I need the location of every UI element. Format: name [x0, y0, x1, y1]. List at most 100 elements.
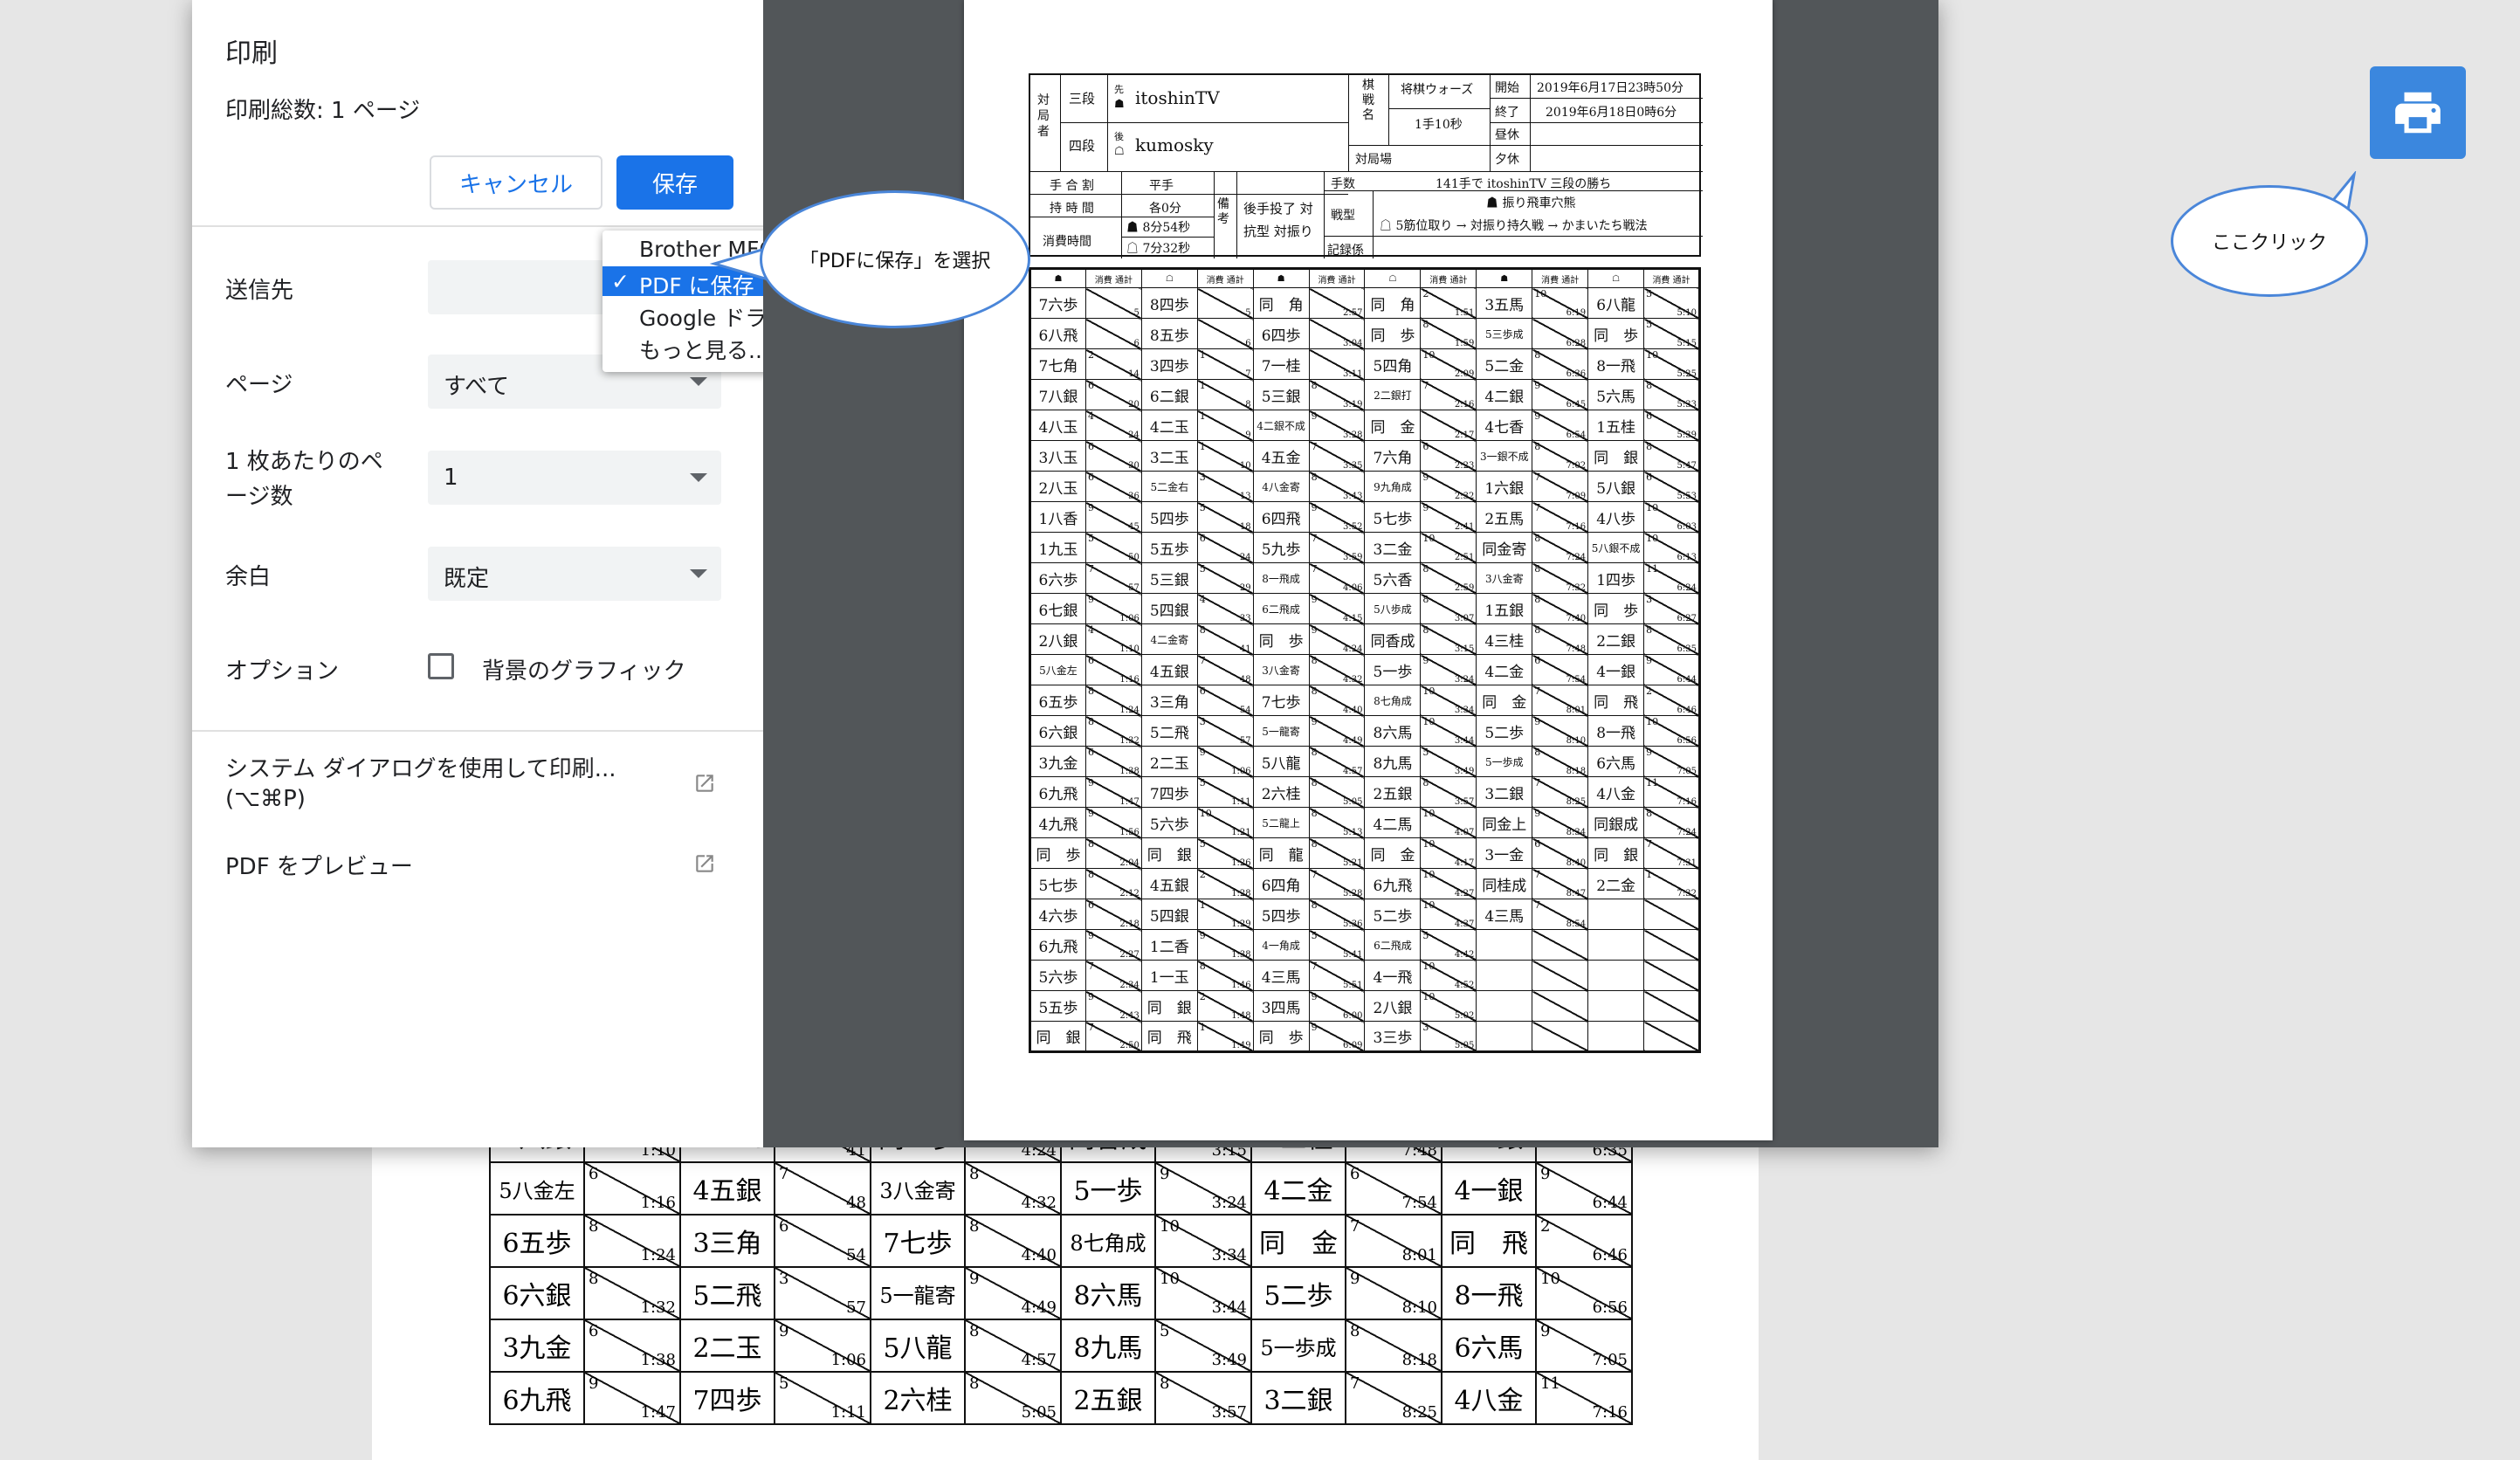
time-cell: 9 6:09	[1308, 1021, 1366, 1052]
print-button[interactable]	[2370, 66, 2466, 159]
kisen-label: 棋戦名	[1362, 79, 1374, 122]
time-total: 7:16	[1592, 1403, 1628, 1422]
time-spent: 5	[1422, 930, 1429, 941]
time-spent: 8	[1087, 869, 1094, 880]
time-total: 8:54	[1566, 919, 1587, 929]
move-cell: 8一飛	[1587, 715, 1645, 747]
system-dialog-link[interactable]: システム ダイアログを使用して印刷...	[225, 751, 616, 783]
time-spent: 1	[1199, 349, 1206, 361]
time-cell: 4 33	[1196, 593, 1254, 624]
time-spent: 7	[1087, 961, 1094, 972]
table-row: 6六銀 8 1:32 5二飛 3 57 5一龍寄 9 4:49 8六馬 10 3:44 5二歩 9 8:10…	[1029, 715, 1700, 747]
time-total: 1:11	[1231, 797, 1251, 807]
time-spent: 10	[1646, 533, 1659, 544]
cancel-button[interactable]: キャンセル	[430, 155, 602, 210]
time-spent: 3	[1646, 594, 1653, 605]
start-label: 開始	[1495, 81, 1519, 95]
move-cell: 3八玉	[1029, 440, 1086, 472]
time-total: 2:32	[1454, 492, 1475, 501]
time-total: 2:43	[1119, 1011, 1140, 1021]
time-spent: 8	[1311, 655, 1318, 666]
move-cell: 3二金	[1364, 532, 1422, 563]
shohi-label: 消費時間	[1043, 235, 1091, 249]
time-spent: 10	[1646, 502, 1659, 513]
move-cell	[1587, 1021, 1645, 1052]
move-cell: 5二歩	[1476, 715, 1533, 747]
time-total: 5:25	[1677, 369, 1697, 379]
time-cell: 4 24	[1084, 410, 1142, 441]
move-cell: 9九角成	[1364, 471, 1422, 502]
move-cell: 5八龍	[1252, 746, 1310, 777]
time-cell: 11 7:16	[1535, 1371, 1633, 1425]
move-cell: 5一龍寄	[870, 1266, 966, 1320]
save-button[interactable]: 保存	[616, 155, 733, 210]
time-cell: 6 30	[1084, 440, 1142, 472]
time-cell: 8 4:32	[964, 1161, 1062, 1216]
time-cell: 8 5:05	[964, 1371, 1062, 1425]
move-cell: 同 飛	[1587, 685, 1645, 716]
move-cell: 6九飛	[1029, 929, 1086, 961]
move-cell	[1476, 990, 1533, 1022]
time-spent: 8	[1350, 1322, 1360, 1340]
open-in-new-icon[interactable]	[693, 852, 716, 875]
table-row: 2八銀41:104二金寄841同 歩94:24同香成83:154三桂87:482…	[1029, 623, 1700, 655]
table-row: 6七銀 9 1:06 5四銀 4 33 6二飛成 9 4:15 5八歩成 8 3:07 1五銀 8 7:40…	[1029, 593, 1700, 624]
time-total: 5:28	[1343, 889, 1363, 899]
move-cell: 7一桂	[1252, 348, 1310, 380]
background-graphics-checkbox[interactable]	[428, 653, 454, 679]
move-cell: 6九飛	[489, 1371, 585, 1425]
time-spent: 9	[1199, 930, 1206, 941]
time-cell	[1532, 1021, 1589, 1052]
time-spent: 1	[1199, 410, 1206, 422]
time-cell	[1643, 1021, 1700, 1052]
time-total: 3:44	[1454, 736, 1475, 746]
time-total: 1:48	[1231, 1011, 1251, 1021]
time-cell: 9 8:10	[1345, 1266, 1442, 1320]
time-total: 5:47	[1677, 461, 1697, 471]
chevron-down-icon	[690, 473, 707, 482]
open-in-new-icon[interactable]	[693, 772, 716, 795]
time-total: 1:56	[1119, 828, 1140, 837]
move-cell: 同 銀	[1587, 440, 1645, 472]
move-cell: 3三角	[679, 1214, 775, 1268]
time-total: 4:52	[1454, 981, 1475, 990]
time-total: 6:19	[1566, 308, 1587, 318]
time-spent: 8	[1199, 624, 1206, 636]
time-cell: 9 6:44	[1535, 1161, 1633, 1216]
time-spent: 6	[1087, 747, 1094, 758]
time-cell: 7 7:31	[1643, 837, 1700, 869]
time-spent: 7	[1350, 1217, 1360, 1236]
time-cell: 4 1:10	[1084, 623, 1142, 655]
move-cell: 5二金右	[1140, 471, 1198, 502]
move-cell	[1476, 960, 1533, 991]
per-sheet-select[interactable]: 1	[428, 451, 721, 505]
move-cell: 5二歩	[1364, 899, 1422, 930]
pdf-preview-link[interactable]: PDF をプレビュー	[225, 849, 413, 881]
time-total: 1:47	[640, 1403, 676, 1422]
time-total: 3:49	[1454, 767, 1475, 776]
time-total: 5:53	[1677, 492, 1697, 501]
move-cell: 1九玉	[1029, 532, 1086, 563]
time-total: 5:33	[1677, 400, 1697, 410]
time-spent: 5	[1160, 1322, 1170, 1340]
table-row: 5六歩 7 2:34 1一玉 8 1:46 4三馬 7 5:51 4一飛 10 4:52	[1029, 960, 1700, 991]
move-cell: 5八歩成	[1364, 593, 1422, 624]
time-cell: 7 2:16	[1420, 379, 1477, 410]
margin-value: 既定	[444, 566, 490, 592]
time-spent: 9	[1087, 808, 1094, 819]
margin-select[interactable]: 既定	[428, 547, 721, 601]
print-preview: 対局者 三段 先 ☗ itoshinTV 四段 後 ☖ kumosky 棋戦名 …	[763, 0, 1938, 1147]
click-callout: ここクリック	[2171, 185, 2368, 297]
time-total: 8:18	[1401, 1351, 1437, 1369]
move-cell: 6四角	[1252, 868, 1310, 899]
time-spent: 10	[1422, 899, 1436, 911]
time-total: 7:40	[1566, 614, 1587, 623]
time-total: 4:06	[1343, 583, 1363, 593]
time-spent: 9	[1422, 502, 1429, 513]
time-spent: 10	[1160, 1217, 1180, 1236]
time-spent: 2	[1199, 869, 1206, 880]
time-spent: 8	[1311, 685, 1318, 697]
time-spent: 7	[1422, 380, 1429, 391]
time-total: 1:06	[1231, 767, 1251, 776]
time-cell: 5 5:15	[1643, 318, 1700, 349]
